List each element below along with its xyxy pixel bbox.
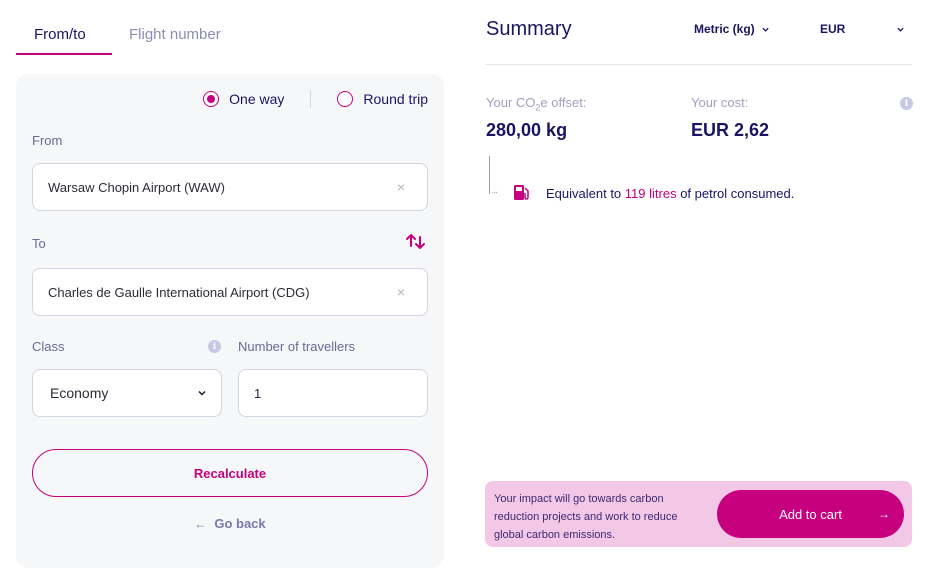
from-airport-input[interactable]: Warsaw Chopin Airport (WAW) × <box>32 163 428 211</box>
swap-airports-icon[interactable] <box>405 230 427 252</box>
radio-separator <box>310 90 312 108</box>
cost-value: EUR 2,62 <box>691 120 770 140</box>
tab-from-to[interactable]: From/to <box>34 26 86 43</box>
add-to-cart-label: Add to cart <box>779 506 842 522</box>
travellers-value: 1 <box>254 385 262 401</box>
class-info-icon[interactable]: i <box>208 340 221 353</box>
offset-value: 280,00 kg <box>486 120 568 140</box>
chevron-down-icon <box>897 27 904 32</box>
chevron-down-icon <box>762 27 769 32</box>
summary-info-icon[interactable]: i <box>900 97 913 110</box>
class-select[interactable]: Economy <box>32 369 222 417</box>
travellers-label: Number of travellers <box>238 339 356 354</box>
from-airport-value: Warsaw Chopin Airport (WAW) <box>48 179 225 195</box>
to-airport-value: Charles de Gaulle International Airport … <box>48 284 310 300</box>
radio-unchecked-icon <box>337 91 354 107</box>
class-label: Class <box>32 339 65 354</box>
radio-one-way[interactable]: One way <box>203 91 284 107</box>
cost-label: Your cost: <box>691 95 749 110</box>
tab-flight-number[interactable]: Flight number <box>129 26 221 43</box>
arrow-right-icon: → <box>878 507 890 521</box>
connector-arrow-icon: → <box>490 186 499 196</box>
add-to-cart-button[interactable]: Add to cart → <box>717 490 904 538</box>
travellers-input[interactable]: 1 <box>238 369 428 417</box>
unit-select[interactable]: Metric (kg) <box>694 22 770 36</box>
clear-to-icon[interactable]: × <box>397 284 405 300</box>
class-select-value: Economy <box>50 385 109 401</box>
active-tab-indicator <box>16 53 112 55</box>
clear-from-icon[interactable]: × <box>397 179 405 195</box>
summary-title: Summary <box>486 18 572 40</box>
radio-one-way-label: One way <box>229 91 285 107</box>
recalculate-button[interactable]: Recalculate <box>32 449 428 497</box>
radio-round-trip[interactable]: Round trip <box>337 91 428 107</box>
currency-select-value: EUR <box>820 22 846 36</box>
equivalent-highlight: 119 litres <box>624 186 677 201</box>
fuel-pump-icon <box>514 185 529 200</box>
to-airport-input[interactable]: Charles de Gaulle International Airport … <box>32 268 428 316</box>
currency-select[interactable]: EUR <box>820 22 905 36</box>
search-mode-tabs: From/to Flight number <box>16 18 446 56</box>
impact-banner: Your impact will go towards carbon reduc… <box>485 481 912 547</box>
radio-round-trip-label: Round trip <box>363 91 428 107</box>
offset-label: Your CO2e offset: <box>486 95 587 113</box>
summary-divider <box>486 64 912 65</box>
to-label: To <box>32 236 46 251</box>
go-back-link[interactable]: ← Go back <box>16 516 444 531</box>
equivalent-text: Equivalent to 119 litres of petrol consu… <box>546 186 795 201</box>
trip-type-radio-group: One way Round trip <box>203 90 428 108</box>
from-label: From <box>32 133 63 148</box>
chevron-down-icon <box>198 390 206 396</box>
unit-select-value: Metric (kg) <box>694 22 755 36</box>
flight-form-card: One way Round trip From Warsaw Chopin Ai… <box>16 74 444 568</box>
radio-checked-icon <box>203 91 220 107</box>
go-back-label: Go back <box>214 516 266 531</box>
impact-text: Your impact will go towards carbon reduc… <box>494 493 678 541</box>
arrow-left-icon: ← <box>194 516 207 531</box>
